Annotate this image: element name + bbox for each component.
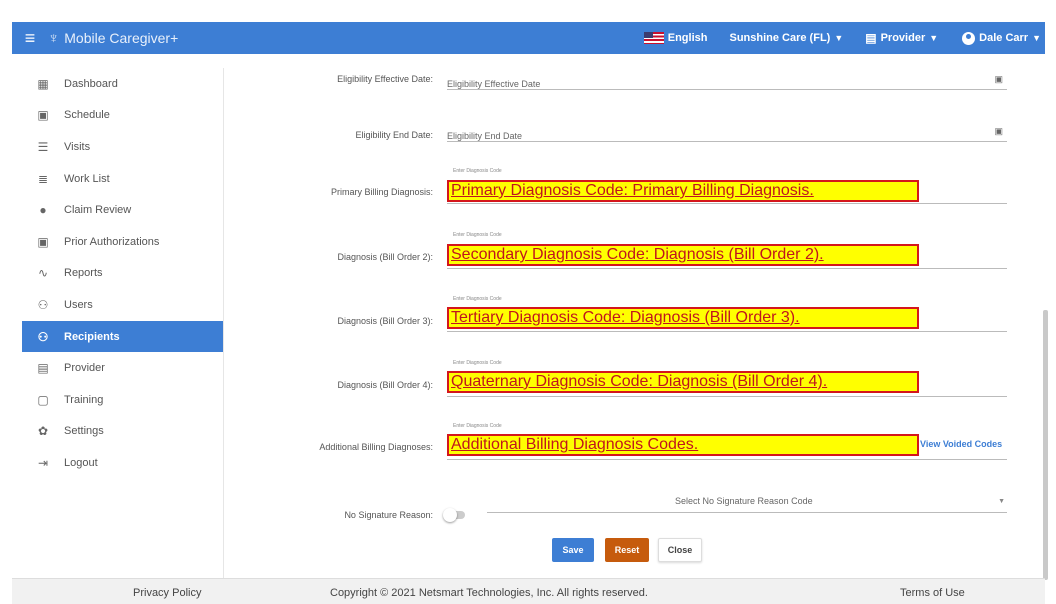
no-signature-placeholder: Select No Signature Reason Code [675, 496, 813, 506]
sidebar-item-recipients[interactable]: ⚇ Recipients [22, 320, 223, 353]
sidebar-item-label: Work List [64, 172, 110, 185]
eligibility-effective-placeholder: Eligibility Effective Date [447, 79, 541, 89]
sidebar-item-provider[interactable]: ▤ Provider [22, 352, 223, 384]
diagnosis-2-callout: Secondary Diagnosis Code: Diagnosis (Bil… [447, 244, 919, 266]
trend-icon: ∿ [37, 266, 49, 281]
sidebar-item-schedule[interactable]: ▣ Schedule [22, 100, 223, 132]
chevron-down-icon: ▼ [929, 33, 939, 43]
eligibility-effective-field[interactable]: Eligibility Effective Date ▣ [447, 74, 1007, 90]
app-logo[interactable]: ♆ Mobile Caregiver+ [48, 30, 178, 47]
sidebar-item-label: Prior Authorizations [64, 235, 160, 248]
sidebar-item-reports[interactable]: ∿ Reports [22, 258, 223, 290]
agency-label: Sunshine Care (FL) [729, 32, 831, 44]
sidebar-item-label: Dashboard [64, 77, 118, 90]
language-selector[interactable]: English [643, 32, 708, 44]
logo-icon: ♆ [48, 29, 60, 47]
sidebar-item-label: Users [64, 298, 93, 311]
reset-button[interactable]: Reset [605, 538, 649, 562]
menu-icon[interactable]: ≡ [12, 22, 48, 54]
sidebar-item-prior-authorizations[interactable]: ▣ Prior Authorizations [22, 226, 223, 258]
clipboard-icon: ▤ [37, 361, 49, 376]
terms-of-use-link[interactable]: Terms of Use [900, 587, 965, 599]
role-label: Provider [880, 32, 926, 44]
diagnosis-2-label: Diagnosis (Bill Order 2): [337, 252, 433, 262]
app-title: Mobile Caregiver+ [64, 30, 179, 46]
sidebar-item-claim-review[interactable]: ● Claim Review [22, 194, 223, 226]
save-button[interactable]: Save [552, 538, 594, 562]
account-icon [962, 31, 976, 45]
eligibility-end-label: Eligibility End Date: [355, 130, 433, 140]
sidebar: ▦ Dashboard ▣ Schedule ☰ Visits ≣ Work List … [22, 68, 224, 578]
sidebar-item-label: Training [64, 393, 104, 406]
role-selector[interactable]: ▤ Provider ▼ [865, 31, 938, 45]
close-button[interactable]: Close [658, 538, 702, 562]
primary-diagnosis-label: Primary Billing Diagnosis: [330, 187, 433, 197]
gear-icon: ✿ [37, 424, 49, 439]
sidebar-item-visits[interactable]: ☰ Visits [22, 131, 223, 163]
calendar-check-icon: ▣ [37, 234, 49, 249]
sidebar-item-training[interactable]: ▢ Training [22, 384, 223, 416]
sidebar-item-label: Claim Review [64, 204, 132, 217]
language-label: English [667, 32, 708, 44]
no-signature-select[interactable]: Select No Signature Reason Code ▼ [487, 496, 1007, 513]
chevron-down-icon: ▼ [1032, 33, 1041, 43]
user-name: Dale Carr [979, 32, 1029, 44]
sidebar-item-label: Visits [64, 140, 91, 153]
sidebar-item-logout[interactable]: ⇥ Logout [22, 447, 223, 479]
primary-diagnosis-callout: Primary Diagnosis Code: Primary Billing … [447, 180, 919, 202]
diagnosis-3-label: Diagnosis (Bill Order 3): [337, 316, 433, 326]
logout-icon: ⇥ [37, 455, 49, 470]
calendar-icon[interactable]: ▣ [994, 74, 1003, 85]
diagnosis-hint: Enter Diagnosis Code [453, 423, 502, 429]
caret-down-icon: ▼ [998, 498, 1005, 505]
filter-icon: ☰ [37, 139, 49, 154]
sidebar-item-settings[interactable]: ✿ Settings [22, 416, 223, 448]
agency-selector[interactable]: Sunshine Care (FL) ▼ [729, 32, 843, 44]
eligibility-end-field[interactable]: Eligibility End Date ▣ [447, 126, 1007, 142]
diagnosis-4-callout: Quaternary Diagnosis Code: Diagnosis (Bi… [447, 371, 919, 393]
user-menu[interactable]: Dale Carr ▼ [962, 31, 1041, 45]
sidebar-item-label: Settings [64, 425, 104, 438]
chevron-down-icon: ▼ [834, 33, 844, 43]
calendar-icon[interactable]: ▣ [994, 126, 1003, 137]
diagnosis-4-label: Diagnosis (Bill Order 4): [337, 380, 433, 390]
eligibility-effective-label: Eligibility Effective Date: [337, 74, 433, 84]
list-icon: ≣ [37, 171, 49, 186]
sidebar-item-dashboard[interactable]: ▦ Dashboard [22, 68, 223, 100]
diagnosis-hint: Enter Diagnosis Code [453, 232, 502, 238]
diagnosis-3-callout: Tertiary Diagnosis Code: Diagnosis (Bill… [447, 307, 919, 329]
copyright-text: Copyright © 2021 Netsmart Technologies, … [330, 587, 648, 599]
scrollbar[interactable] [1043, 310, 1048, 580]
no-signature-label: No Signature Reason: [344, 510, 433, 520]
diagnosis-hint: Enter Diagnosis Code [453, 168, 502, 174]
sidebar-item-label: Schedule [64, 109, 110, 122]
sidebar-item-label: Logout [64, 456, 98, 469]
id-card-icon: ▤ [865, 31, 877, 45]
sidebar-item-label: Provider [64, 362, 105, 375]
view-voided-codes-link[interactable]: View Voided Codes [920, 439, 1002, 449]
diagnosis-hint: Enter Diagnosis Code [453, 360, 502, 366]
sidebar-item-work-list[interactable]: ≣ Work List [22, 163, 223, 195]
alert-icon: ● [39, 203, 47, 218]
sidebar-item-users[interactable]: ⚇ Users [22, 289, 223, 321]
calendar-icon: ▣ [37, 108, 49, 123]
additional-diagnoses-label: Additional Billing Diagnoses: [319, 442, 433, 452]
diagnosis-hint: Enter Diagnosis Code [453, 296, 502, 302]
dashboard-icon: ▦ [37, 76, 49, 91]
us-flag-icon [643, 32, 664, 44]
no-signature-toggle[interactable] [443, 508, 465, 522]
top-bar: ≡ ♆ Mobile Caregiver+ English Sunshine C… [12, 22, 1045, 54]
sidebar-item-label: Reports [64, 267, 103, 280]
eligibility-end-placeholder: Eligibility End Date [447, 131, 523, 141]
users-icon: ⚇ [37, 297, 49, 312]
training-icon: ▢ [37, 392, 49, 407]
recipients-icon: ⚇ [37, 329, 49, 344]
sidebar-item-label: Recipients [64, 330, 120, 343]
footer: Privacy Policy Copyright © 2021 Netsmart… [12, 578, 1045, 604]
privacy-policy-link[interactable]: Privacy Policy [133, 587, 201, 599]
additional-diagnoses-callout: Additional Billing Diagnosis Codes. [447, 434, 919, 456]
